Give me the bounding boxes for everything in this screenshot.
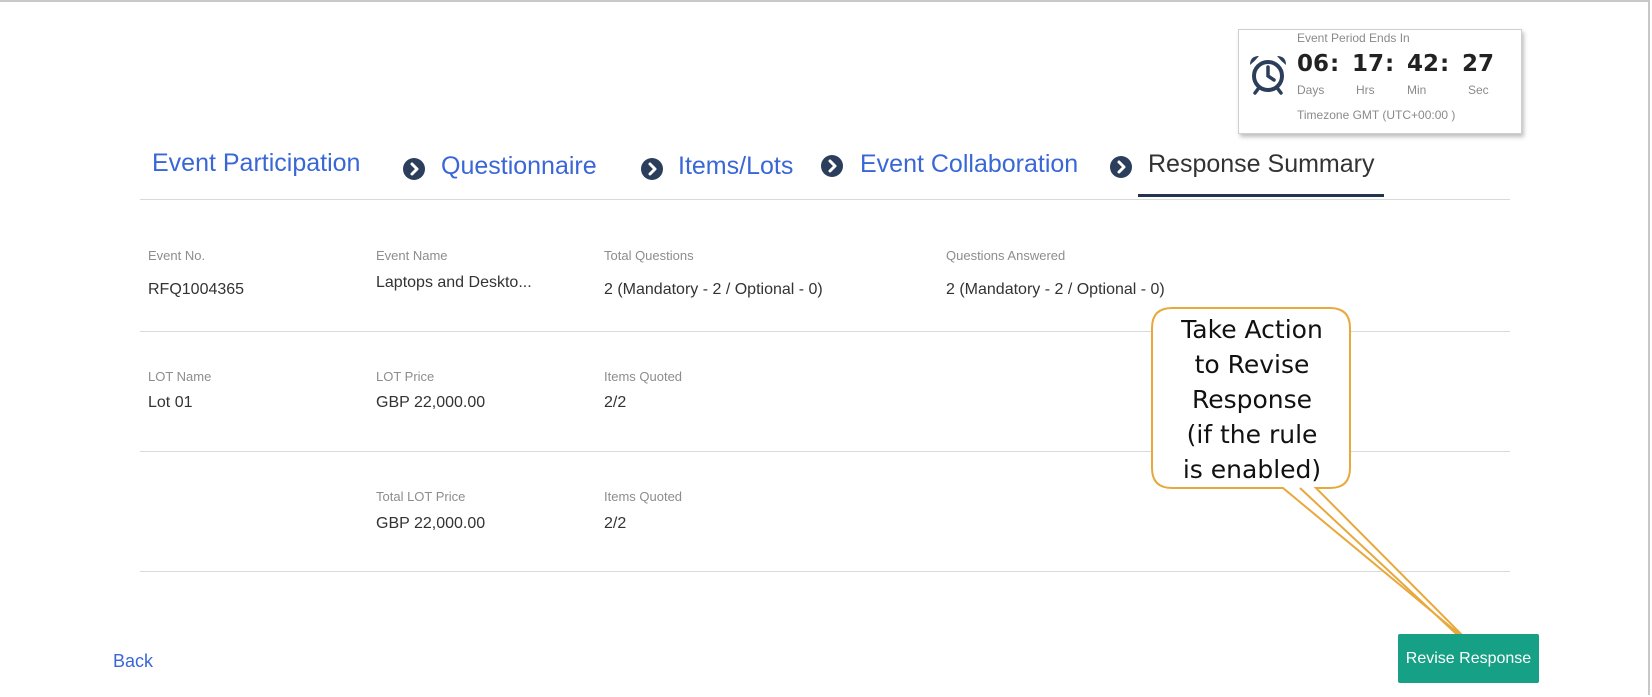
callout-text: Take Action to Revise Response (if the r… xyxy=(1152,312,1352,487)
callout-line: to Revise xyxy=(1194,350,1310,379)
callout-line: Response xyxy=(1191,385,1313,414)
callout-bubble xyxy=(1151,307,1471,644)
revise-response-button[interactable]: Revise Response xyxy=(1398,634,1539,683)
callout-line: (if the rule xyxy=(1186,420,1318,449)
callout-line: Take Action xyxy=(1181,315,1323,344)
callout-line: is enabled) xyxy=(1182,455,1322,484)
back-link[interactable]: Back xyxy=(113,651,153,672)
